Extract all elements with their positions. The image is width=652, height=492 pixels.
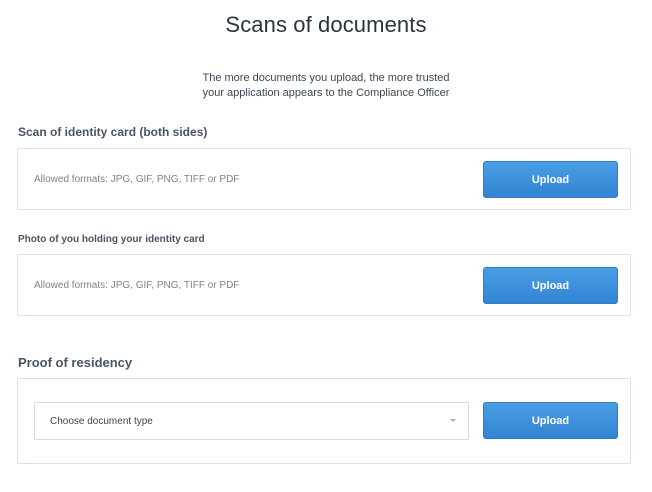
chevron-down-icon	[450, 419, 456, 422]
proof-of-residency-panel: Choose document type Upload	[17, 378, 631, 464]
document-type-select[interactable]: Choose document type	[34, 402, 469, 440]
page-title: Scans of documents	[225, 12, 427, 37]
identity-card-upload-button[interactable]: Upload	[483, 161, 618, 198]
page-subtitle: The more documents you upload, the more …	[0, 71, 652, 101]
holding-identity-card-upload-button[interactable]: Upload	[483, 267, 618, 304]
holding-identity-card-photo-label: Photo of you holding your identity card	[18, 234, 205, 245]
allowed-formats-text: Allowed formats: JPG, GIF, PNG, TIFF or …	[34, 279, 240, 291]
proof-of-residency-upload-button[interactable]: Upload	[483, 402, 618, 439]
identity-card-scan-panel: Allowed formats: JPG, GIF, PNG, TIFF or …	[17, 148, 631, 210]
holding-identity-card-photo-panel: Allowed formats: JPG, GIF, PNG, TIFF or …	[17, 254, 631, 316]
document-type-select-value: Choose document type	[50, 415, 153, 427]
subtitle-line-2: your application appears to the Complian…	[202, 87, 450, 99]
identity-card-scan-label: Scan of identity card (both sides)	[18, 125, 208, 139]
allowed-formats-text: Allowed formats: JPG, GIF, PNG, TIFF or …	[34, 173, 240, 185]
subtitle-line-1: The more documents you upload, the more …	[202, 72, 450, 84]
proof-of-residency-label: Proof of residency	[18, 355, 133, 370]
